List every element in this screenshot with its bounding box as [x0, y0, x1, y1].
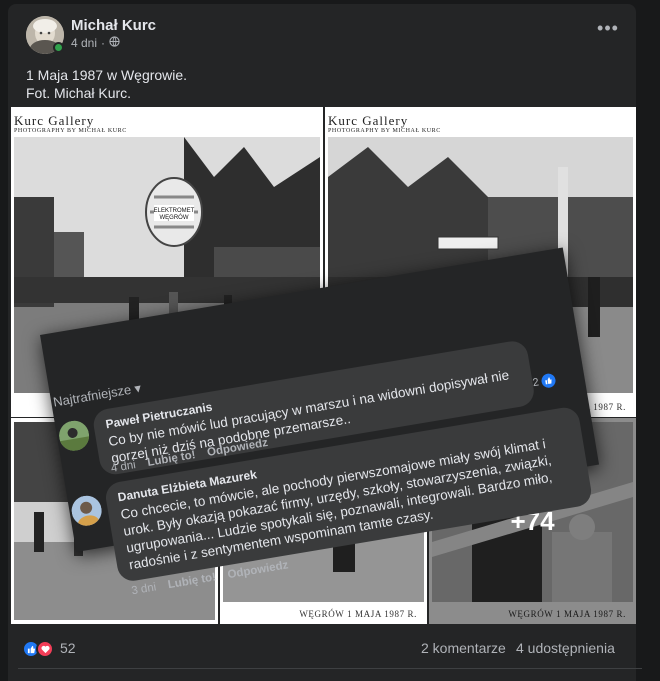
balloon-text-1: ELEKTROMET — [154, 208, 195, 214]
comment-time[interactable]: 4 dni — [110, 459, 137, 475]
post-time[interactable]: 4 dni — [71, 36, 97, 50]
meta-separator: · — [101, 36, 106, 50]
action-divider — [18, 668, 642, 669]
comment-reactions[interactable]: 2 — [531, 372, 557, 391]
post-caption: 1 Maja 1987 w Węgrowie. Fot. Michał Kurc… — [26, 66, 187, 102]
post-options-button[interactable]: ••• — [594, 16, 622, 44]
photo-footer: WĘGRÓW 1 MAJA 1987 R. — [299, 609, 417, 619]
commenter-avatar[interactable] — [56, 418, 92, 454]
post-stats: 52 2 komentarze 4 udostępnienia — [0, 632, 660, 662]
caption-line-2: Fot. Michał Kurc. — [26, 85, 132, 101]
shares-count[interactable]: 4 udostępnienia — [516, 640, 615, 656]
caption-line-1: 1 Maja 1987 w Węgrowie. — [26, 67, 188, 83]
globe-icon — [109, 36, 120, 50]
post-meta: 4 dni · — [71, 36, 120, 50]
reaction-count[interactable]: 52 — [60, 640, 76, 656]
gallery-title: Kurc Gallery — [328, 113, 409, 128]
comment-reaction-count: 2 — [531, 376, 540, 390]
post-header: Michał Kurc 4 dni · ••• — [8, 4, 636, 60]
comments-count[interactable]: 2 komentarze — [421, 640, 506, 656]
reaction-icons[interactable] — [22, 640, 54, 658]
gallery-subtitle: PHOTOGRAPHY BY MICHAŁ KURC — [14, 128, 127, 134]
author-name[interactable]: Michał Kurc — [71, 17, 156, 34]
gallery-subtitle: PHOTOGRAPHY BY MICHAŁ KURC — [328, 128, 441, 134]
balloon-text-2: WĘGRÓW — [160, 214, 189, 221]
love-reaction-icon — [36, 640, 54, 658]
comment-sort-label: Najtrafniejsze — [52, 381, 133, 410]
commenter-avatar[interactable] — [69, 493, 104, 528]
like-reaction-icon — [540, 372, 557, 389]
chevron-down-icon: ▾ — [133, 380, 143, 397]
gallery-title: Kurc Gallery — [14, 113, 95, 128]
online-status-dot — [53, 42, 64, 53]
